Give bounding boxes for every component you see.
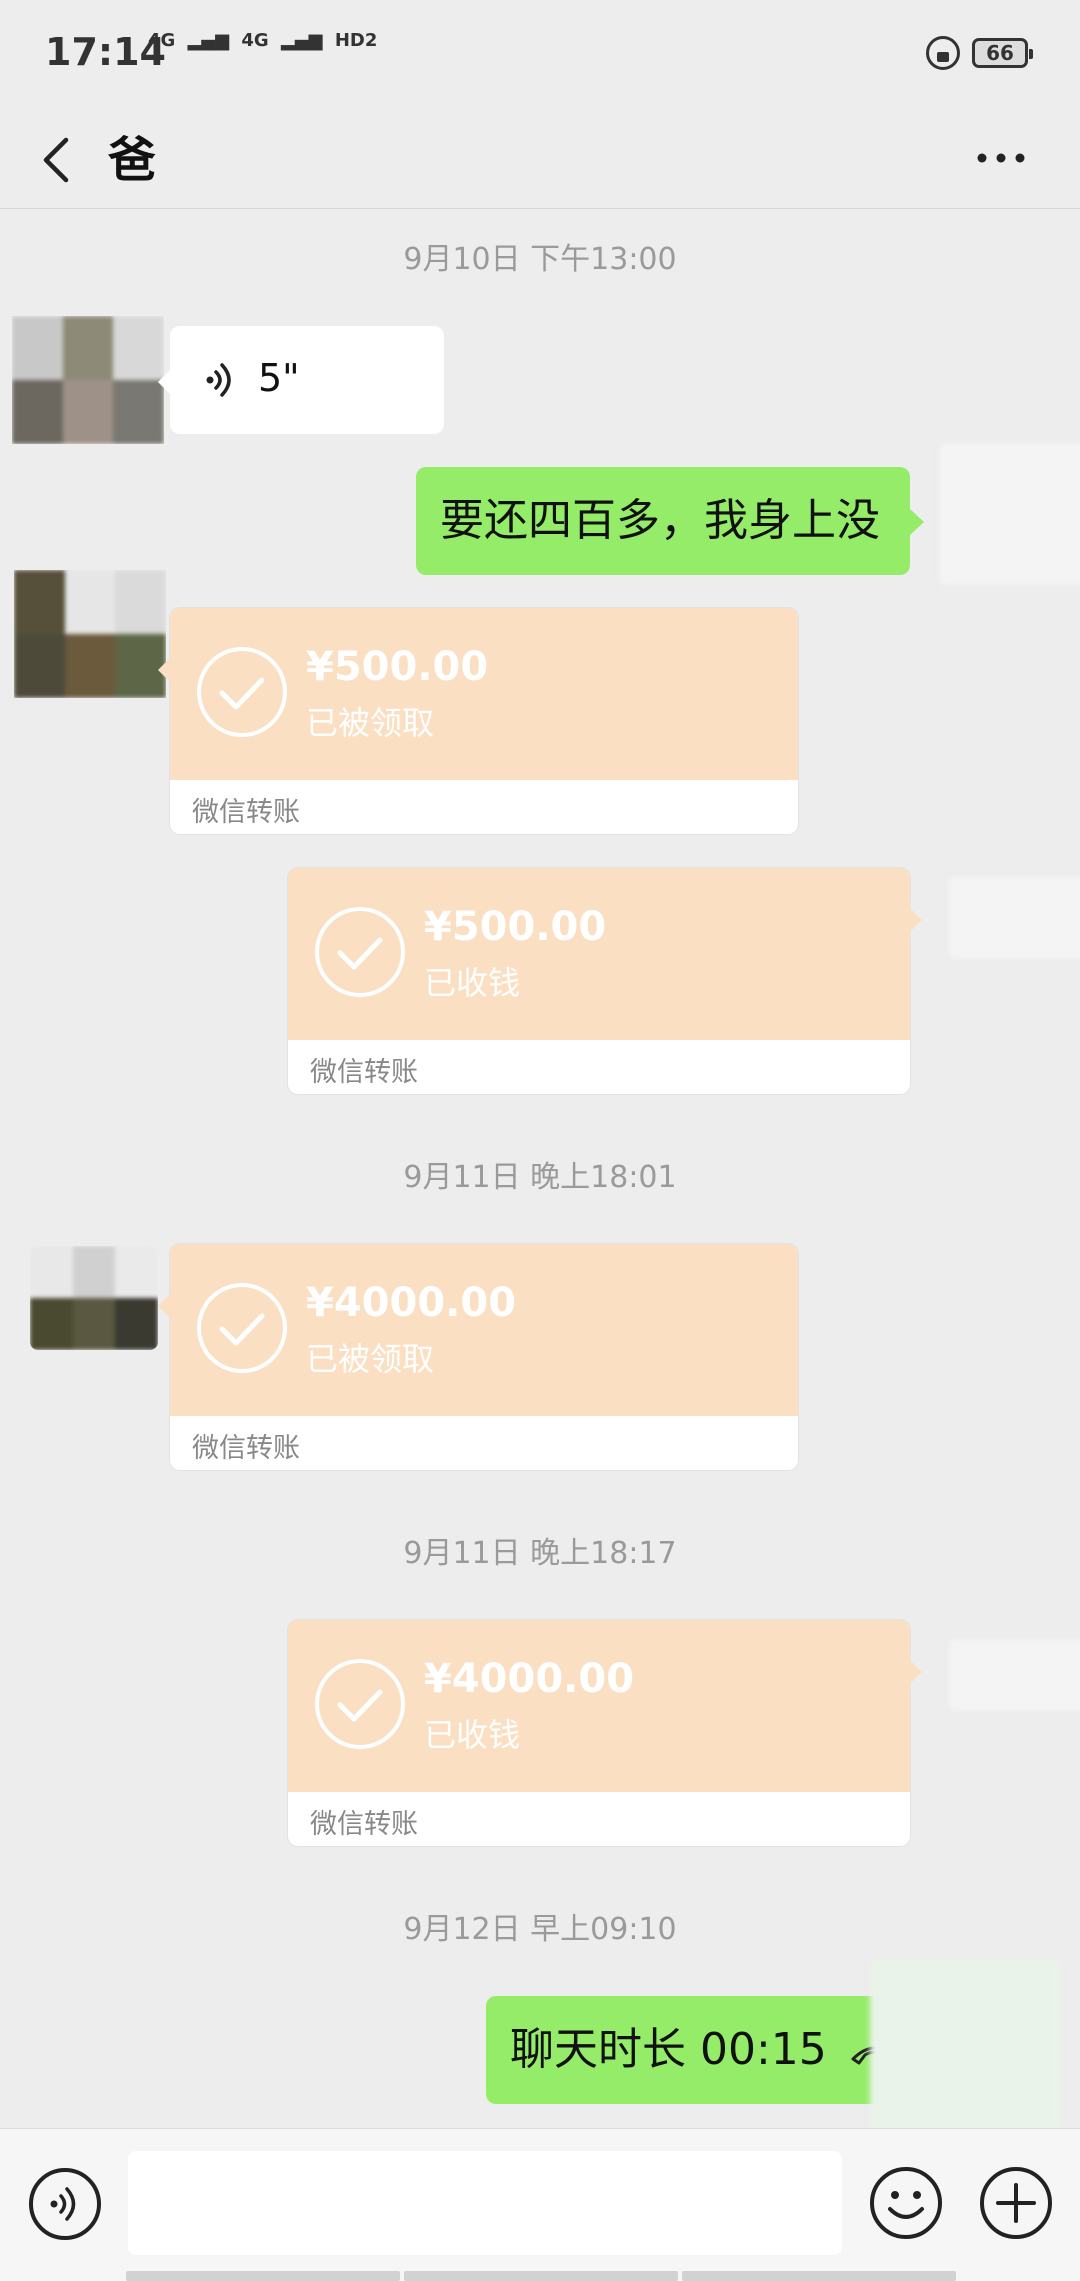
transfer-amount: ¥500.00 <box>306 644 489 690</box>
transfer-status: 已被领取 <box>306 704 435 742</box>
check-icon <box>197 647 287 737</box>
transfer-label: 微信转账 <box>310 1809 418 1840</box>
status-bar: 17:14 4G ▂▄▆ 4G ▂▄▆ HD2 66 <box>0 0 1080 110</box>
voice-icon <box>206 363 231 397</box>
timestamp: 9月12日 早上09:10 <box>403 1912 677 1947</box>
chat-title: 爸 <box>108 132 157 188</box>
chat-header: 爸 <box>0 110 1080 209</box>
contact-avatar[interactable] <box>12 316 164 444</box>
check-icon <box>197 1283 287 1373</box>
hd-label: HD2 <box>334 30 378 51</box>
timestamp: 9月10日 下午13:00 <box>403 242 677 277</box>
transfer-status: 已收钱 <box>424 964 521 1002</box>
transfer-label: 微信转账 <box>192 1433 300 1464</box>
transfer-amount: ¥4000.00 <box>424 1656 635 1702</box>
timestamp: 9月11日 晚上18:17 <box>403 1536 677 1571</box>
transfer-status: 已收钱 <box>424 1716 521 1754</box>
signal-2-icon: ▂▄▆ <box>281 30 323 51</box>
transfer-label: 微信转账 <box>310 1057 418 1088</box>
my-avatar[interactable] <box>950 878 1080 958</box>
my-avatar[interactable] <box>940 444 1080 584</box>
transfer-received-bubble[interactable]: ¥4000.00 已被领取 微信转账 <box>158 1244 798 1470</box>
battery-icon: 66 <box>972 38 1033 68</box>
message-input[interactable] <box>128 2151 842 2255</box>
contact-avatar[interactable] <box>14 570 166 698</box>
call-record-message[interactable]: 聊天时长 00:15 <box>486 1996 924 2104</box>
network-indicators: 4G ▂▄▆ 4G ▂▄▆ HD2 <box>148 32 383 50</box>
voice-duration: 5" <box>258 356 300 400</box>
rotation-lock-icon <box>926 36 960 70</box>
transfer-amount: ¥500.00 <box>424 904 607 950</box>
transfer-status: 已被领取 <box>306 1340 435 1378</box>
transfer-accepted-bubble[interactable]: ¥500.00 已收钱 微信转账 <box>288 868 922 1094</box>
voice-input-icon[interactable] <box>28 2167 102 2241</box>
text-message[interactable]: 要还四百多，我身上没 <box>416 467 924 575</box>
transfer-received-bubble[interactable]: ¥500.00 已被领取 微信转账 <box>158 608 798 834</box>
transfer-accepted-bubble[interactable]: ¥4000.00 已收钱 微信转账 <box>288 1620 922 1846</box>
plus-icon[interactable] <box>978 2165 1054 2241</box>
timestamp: 9月11日 晚上18:01 <box>403 1160 677 1195</box>
my-avatar[interactable] <box>870 1960 1060 2130</box>
my-avatar[interactable] <box>950 1640 1080 1710</box>
input-bar <box>0 2128 1080 2281</box>
check-icon <box>315 907 405 997</box>
signal-1-icon: ▂▄▆ <box>187 30 230 51</box>
voice-message[interactable]: 5" <box>158 326 444 434</box>
check-icon <box>315 1659 405 1749</box>
more-icon[interactable] <box>974 132 1034 182</box>
signal-2-label: 4G <box>241 30 269 51</box>
emoji-icon[interactable] <box>868 2165 944 2241</box>
back-arrow-icon[interactable] <box>34 130 94 190</box>
transfer-label: 微信转账 <box>192 797 300 828</box>
signal-1-label: 4G <box>148 30 176 51</box>
contact-avatar[interactable] <box>30 1246 158 1350</box>
call-duration-text: 聊天时长 00:15 <box>510 2024 827 2075</box>
transfer-amount: ¥4000.00 <box>306 1280 517 1326</box>
